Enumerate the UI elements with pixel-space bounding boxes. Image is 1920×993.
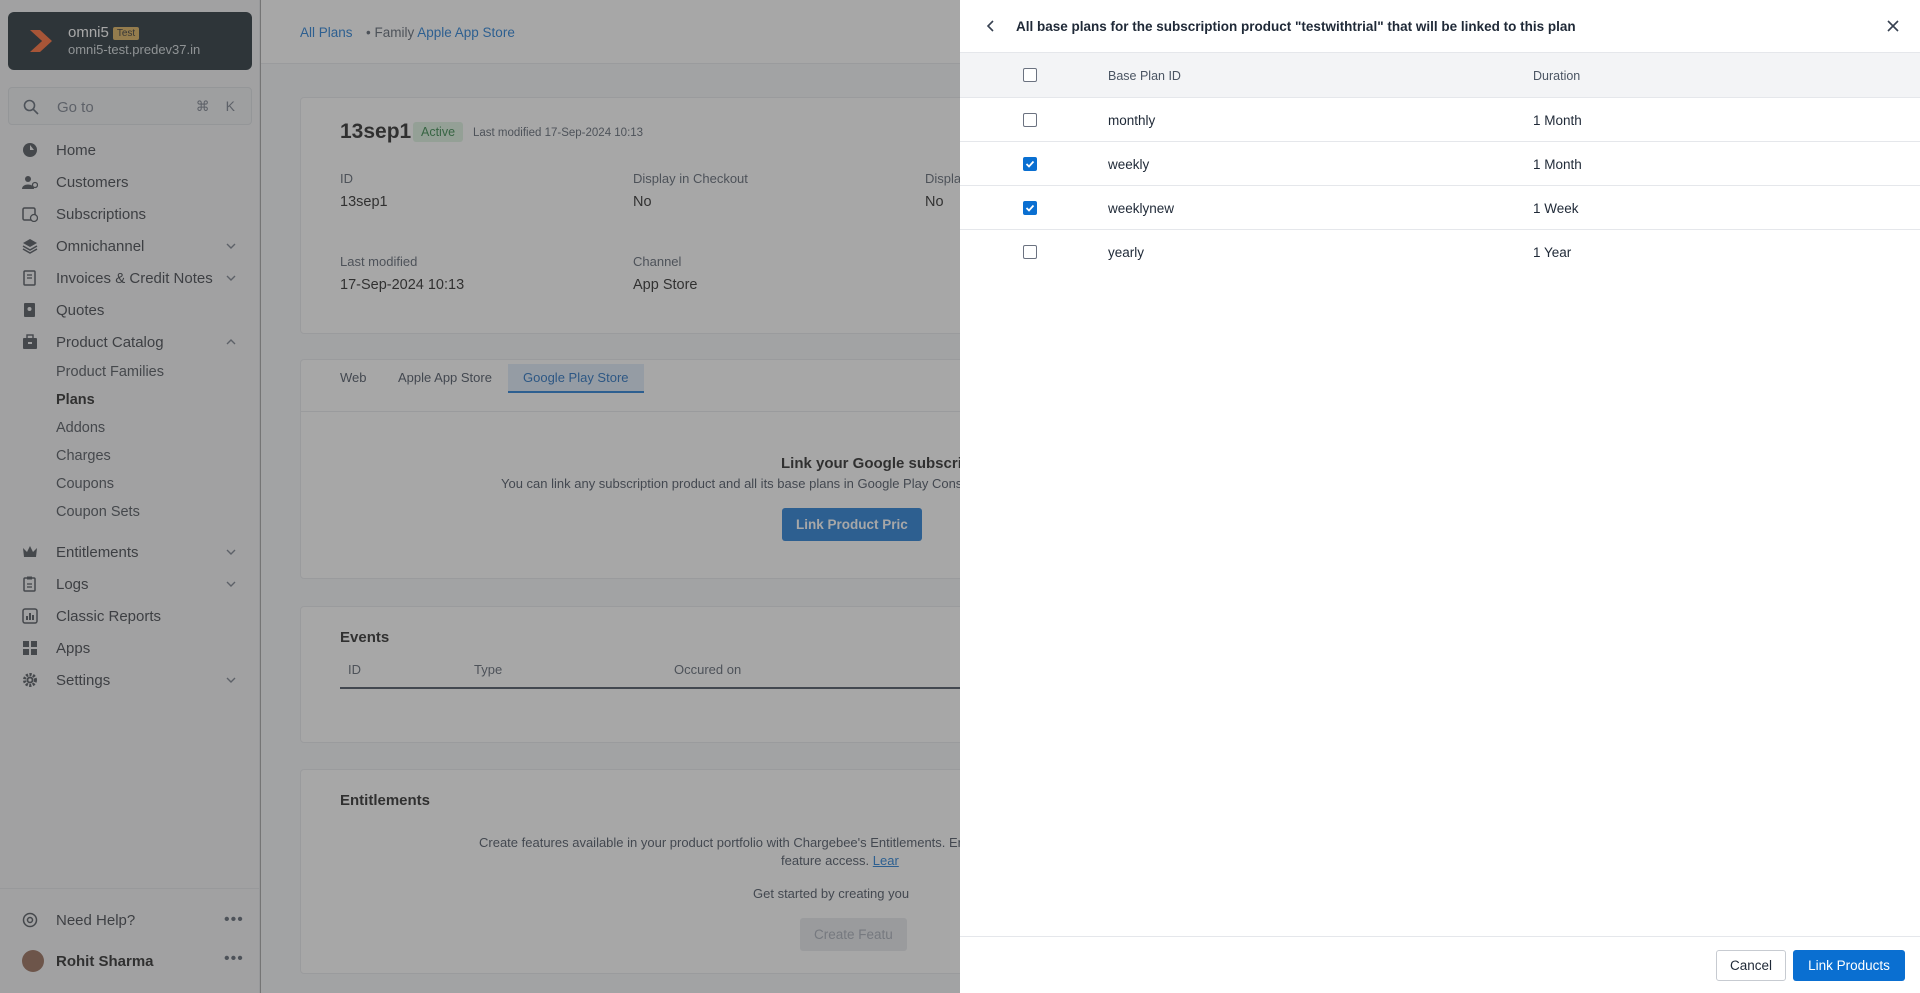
row-checkbox[interactable] <box>1023 157 1037 171</box>
app: omni5Test omni5-test.predev37.in Go to ⌘… <box>0 0 1920 993</box>
select-all-checkbox[interactable] <box>1023 68 1037 82</box>
link-base-plans-drawer: All base plans for the subscription prod… <box>960 0 1920 993</box>
checkmark-icon <box>1025 204 1035 212</box>
chevron-left-icon[interactable] <box>984 19 998 33</box>
base-plan-id: weeklynew <box>1108 201 1175 216</box>
cancel-button[interactable]: Cancel <box>1716 950 1786 981</box>
base-plan-duration: 1 Week <box>1533 201 1579 216</box>
table-row[interactable]: weeklynew 1 Week <box>960 186 1920 230</box>
row-checkbox[interactable] <box>1023 113 1037 127</box>
table-row[interactable]: weekly 1 Month <box>960 142 1920 186</box>
drawer-title: All base plans for the subscription prod… <box>1016 19 1576 34</box>
table-header: Base Plan ID Duration <box>960 53 1920 98</box>
col-base-plan-id: Base Plan ID <box>1108 69 1181 83</box>
checkmark-icon <box>1025 160 1035 168</box>
base-plan-duration: 1 Year <box>1533 245 1572 260</box>
row-checkbox[interactable] <box>1023 201 1037 215</box>
base-plan-duration: 1 Month <box>1533 113 1582 128</box>
drawer-footer: Cancel Link Products <box>960 936 1920 993</box>
table-row[interactable]: yearly 1 Year <box>960 230 1920 274</box>
base-plan-id: monthly <box>1108 113 1156 128</box>
base-plan-id: yearly <box>1108 245 1145 260</box>
base-plan-duration: 1 Month <box>1533 157 1582 172</box>
drawer-header: All base plans for the subscription prod… <box>960 0 1920 53</box>
link-products-button[interactable]: Link Products <box>1793 950 1905 981</box>
col-duration: Duration <box>1533 69 1581 83</box>
row-checkbox[interactable] <box>1023 245 1037 259</box>
close-icon[interactable] <box>1886 19 1900 33</box>
base-plan-id: weekly <box>1108 157 1150 172</box>
table-row[interactable]: monthly 1 Month <box>960 98 1920 142</box>
